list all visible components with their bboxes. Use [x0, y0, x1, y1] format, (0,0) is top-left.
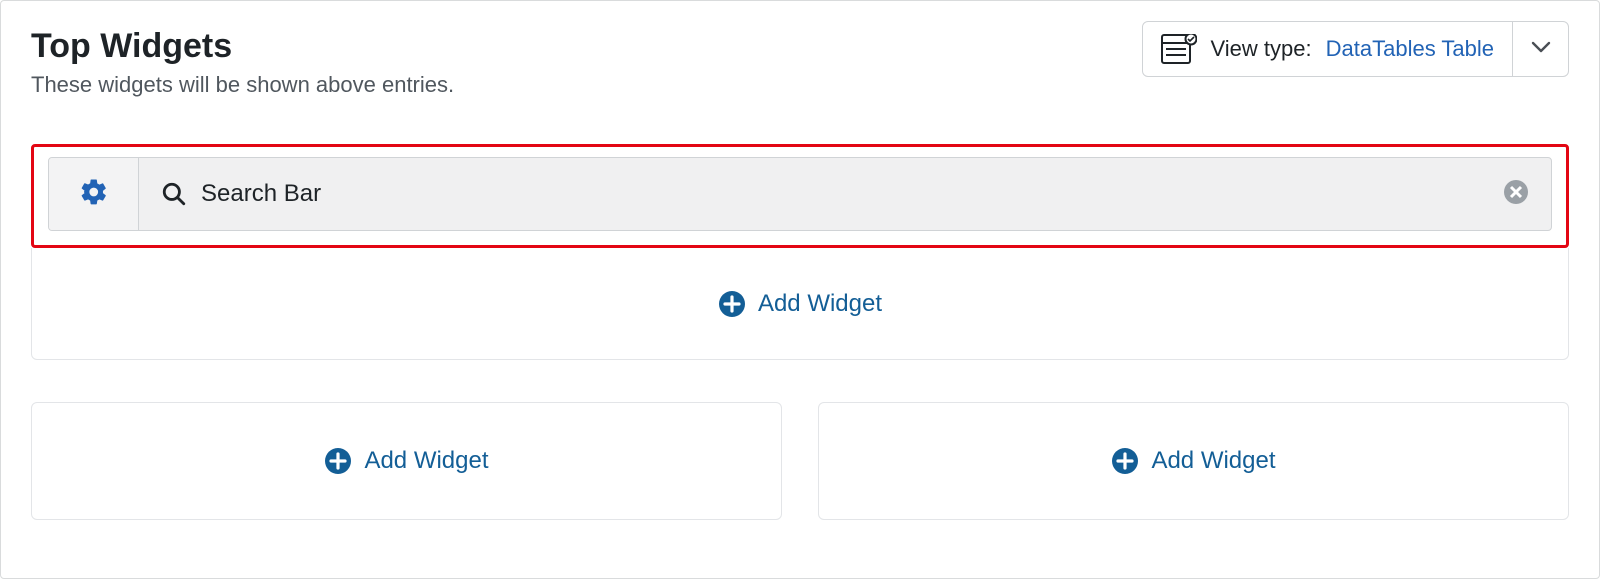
search-icon: [161, 181, 187, 207]
widget-remove-button[interactable]: [1481, 158, 1551, 230]
add-widget-label: Add Widget: [758, 290, 882, 318]
view-type-label: View type:: [1211, 36, 1312, 62]
gear-icon: [79, 177, 109, 212]
view-type-main[interactable]: View type: DataTables Table: [1143, 22, 1512, 76]
widget-settings-button[interactable]: [49, 158, 139, 230]
view-type-selector[interactable]: View type: DataTables Table: [1142, 21, 1569, 77]
page-subtitle: These widgets will be shown above entrie…: [31, 72, 454, 98]
plus-circle-icon: [324, 447, 352, 475]
header-row: Top Widgets These widgets will be shown …: [31, 21, 1569, 98]
close-circle-icon: [1503, 179, 1529, 210]
top-widgets-panel: Top Widgets These widgets will be shown …: [0, 0, 1600, 579]
widget-highlight-zone: Search Bar: [31, 144, 1569, 248]
widget-body[interactable]: Search Bar: [139, 158, 1481, 230]
table-icon: [1161, 34, 1197, 64]
search-bar-widget[interactable]: Search Bar: [48, 157, 1552, 231]
add-widget-label: Add Widget: [1151, 447, 1275, 475]
add-widget-zone-left[interactable]: Add Widget: [31, 402, 782, 520]
widget-label: Search Bar: [201, 180, 321, 208]
add-widget-row: Add Widget Add Widget: [31, 402, 1569, 520]
title-block: Top Widgets These widgets will be shown …: [31, 21, 454, 98]
view-type-value: DataTables Table: [1326, 36, 1494, 62]
add-widget-label: Add Widget: [364, 447, 488, 475]
plus-circle-icon: [718, 290, 746, 318]
add-widget-zone-right[interactable]: Add Widget: [818, 402, 1569, 520]
add-widget-button[interactable]: Add Widget: [1111, 447, 1275, 475]
page-title: Top Widgets: [31, 27, 454, 66]
view-type-dropdown-toggle[interactable]: [1512, 22, 1568, 76]
add-widget-zone-full[interactable]: Add Widget: [31, 248, 1569, 360]
chevron-down-icon: [1531, 40, 1551, 58]
plus-circle-icon: [1111, 447, 1139, 475]
add-widget-button[interactable]: Add Widget: [718, 290, 882, 318]
add-widget-button[interactable]: Add Widget: [324, 447, 488, 475]
